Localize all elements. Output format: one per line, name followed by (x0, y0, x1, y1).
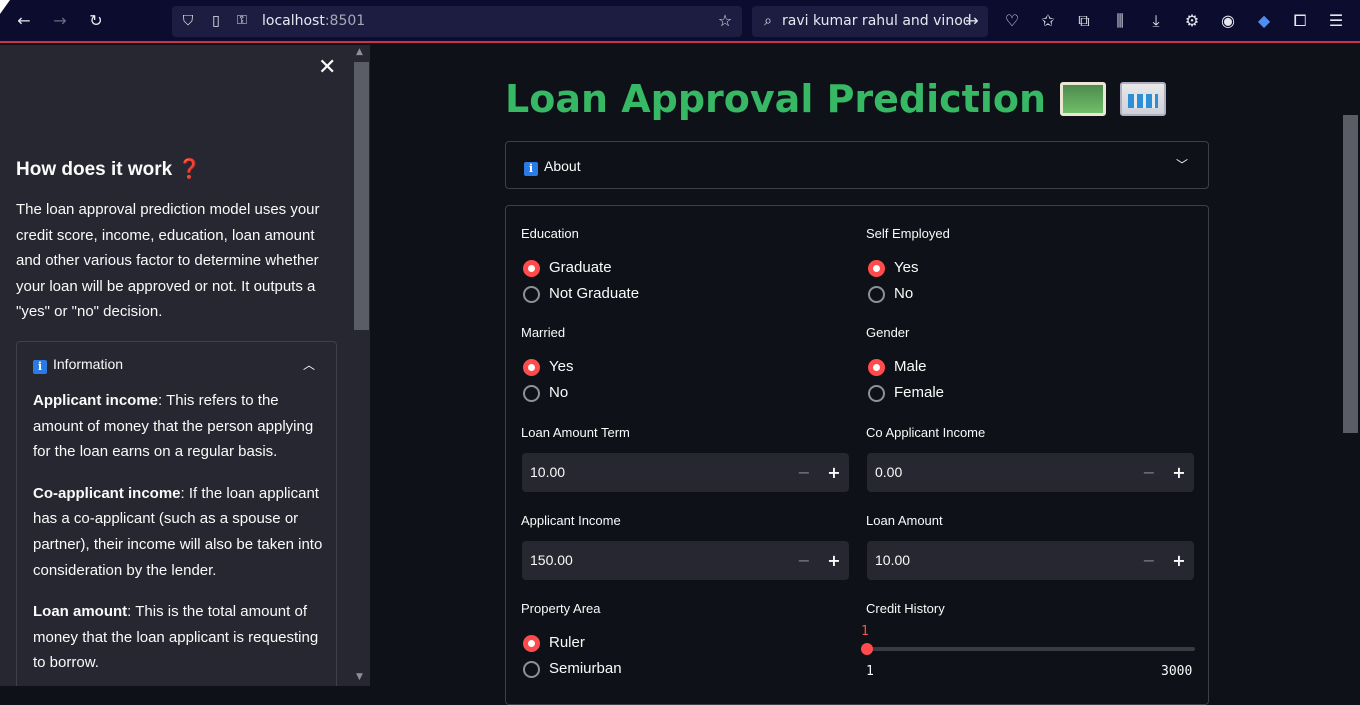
increment-button[interactable]: + (819, 453, 849, 492)
shield-icon[interactable]: ⛉ (176, 9, 200, 33)
co-applicant-income-input[interactable]: 0.00 − + (867, 453, 1194, 492)
info-icon: i (524, 162, 538, 176)
co-applicant-income-value[interactable]: 0.00 (875, 464, 902, 480)
increment-button[interactable]: + (819, 541, 849, 580)
search-icon: ⌕ (764, 13, 772, 29)
money-icon (1060, 82, 1107, 116)
radio-icon (868, 286, 885, 303)
credit-history-max: 3000 (1161, 664, 1193, 679)
info-item: Co-applicant income: If the loan applica… (33, 484, 323, 579)
settings-gear-icon[interactable]: ⚙ (1180, 9, 1204, 33)
applicant-income-label: Applicant Income (521, 513, 621, 528)
extensions-puzzle-icon[interactable]: ⧠ (1288, 9, 1312, 33)
page-icon[interactable]: ▯ (204, 9, 228, 33)
decrement-button[interactable]: − (789, 541, 819, 580)
radio-selected-icon (523, 359, 540, 376)
pocket-icon[interactable]: ♡ (1000, 9, 1024, 33)
bookmark-star-icon[interactable]: ☆ (713, 9, 737, 33)
bank-icon (1120, 82, 1167, 116)
credit-history-slider-thumb[interactable] (861, 643, 873, 655)
loan-amount-value[interactable]: 10.00 (875, 552, 910, 568)
sidebar: ✕ How does it work ❓ The loan approval p… (0, 45, 370, 686)
radio-selected-icon (868, 359, 885, 376)
gender-label: Gender (866, 325, 910, 340)
co-applicant-income-label: Co Applicant Income (866, 425, 986, 440)
bookmarks-star-icon[interactable]: ✩ (1036, 9, 1060, 33)
radio-selected-icon (868, 260, 885, 277)
permissions-icon[interactable]: ⚿ (230, 9, 254, 33)
loan-amount-term-value[interactable]: 10.00 (530, 464, 565, 480)
sidebar-title: How does it work ❓ (16, 159, 202, 180)
about-expander-header[interactable]: i About (524, 158, 581, 176)
education-label: Education (521, 226, 579, 241)
married-label: Married (521, 325, 566, 340)
menu-icon[interactable]: ☰ (1324, 9, 1348, 33)
chevron-down-icon[interactable]: ﹀ (1176, 156, 1188, 173)
radio-icon (523, 661, 540, 678)
scroll-up-icon[interactable]: ▲ (356, 47, 363, 57)
scroll-down-icon[interactable]: ▼ (356, 672, 363, 682)
info-icon: i (33, 360, 47, 374)
about-expander[interactable]: i About ﹀ (505, 141, 1209, 189)
loan-amount-label: Loan Amount (866, 513, 943, 528)
radio-icon (523, 286, 540, 303)
browser-toolbar: ← → ↻ ⛉ ▯ ⚿ localhost:8501 ☆ ⌕ ravi kuma… (0, 0, 1360, 43)
main-scroll-thumb[interactable] (1343, 115, 1358, 433)
close-sidebar-icon[interactable]: ✕ (318, 55, 336, 80)
decrement-button[interactable]: − (1134, 541, 1164, 580)
loan-amount-term-input[interactable]: 10.00 − + (522, 453, 849, 492)
page-title: Loan Approval Prediction (505, 77, 1167, 121)
radio-icon (868, 385, 885, 402)
information-label: Information (53, 356, 124, 372)
downloads-icon[interactable]: ⤓ (1144, 9, 1168, 33)
credit-history-min: 1 (866, 664, 874, 679)
loan-amount-term-label: Loan Amount Term (521, 425, 630, 440)
loan-amount-input[interactable]: 10.00 − + (867, 541, 1194, 580)
credit-history-label: Credit History (866, 601, 945, 616)
account-avatar-icon[interactable]: ◉ (1216, 9, 1240, 33)
url-bar[interactable]: ⛉ ▯ ⚿ localhost:8501 ☆ (172, 6, 742, 37)
main-content: Loan Approval Prediction i About ﹀ Educat… (370, 45, 1360, 705)
back-icon[interactable]: ← (12, 9, 36, 33)
decrement-button[interactable]: − (789, 453, 819, 492)
self-employed-label: Self Employed (866, 226, 950, 241)
sidebar-scrollbar[interactable]: ▲ ▼ (353, 45, 370, 686)
search-go-icon[interactable]: → (960, 9, 984, 33)
credit-history-slider-track[interactable] (867, 647, 1195, 651)
radio-selected-icon (523, 635, 540, 652)
info-item: Applicant income: This refers to the amo… (33, 392, 314, 461)
applicant-income-input[interactable]: 150.00 − + (522, 541, 849, 580)
sync-tabs-icon[interactable]: ⧉ (1072, 9, 1096, 33)
radio-selected-icon (523, 260, 540, 277)
sidebar-description: The loan approval prediction model uses … (16, 201, 320, 321)
forward-icon[interactable]: → (48, 9, 72, 33)
loan-form: Education Graduate Not Graduate Self Emp… (505, 205, 1209, 705)
information-body: Applicant income: This refers to the amo… (33, 388, 323, 686)
increment-button[interactable]: + (1164, 541, 1194, 580)
url-text[interactable]: localhost:8501 (262, 13, 365, 29)
radio-icon (523, 385, 540, 402)
search-bar[interactable]: ⌕ ravi kumar rahul and vinod → (752, 6, 988, 37)
applicant-income-value[interactable]: 150.00 (530, 552, 573, 568)
increment-button[interactable]: + (1164, 453, 1194, 492)
mouse-cursor-icon (0, 0, 10, 14)
credit-history-current-value: 1 (861, 624, 869, 639)
decrement-button[interactable]: − (1134, 453, 1164, 492)
extension-icon[interactable]: ◆ (1252, 9, 1276, 33)
information-expander[interactable]: i Information ︿ Applicant income: This re… (16, 341, 337, 686)
chevron-up-icon[interactable]: ︿ (303, 356, 315, 373)
sidebar-scroll-thumb[interactable] (354, 62, 369, 330)
reload-icon[interactable]: ↻ (84, 9, 108, 33)
info-item: Loan amount: This is the total amount of… (33, 603, 319, 672)
library-icon[interactable]: ⫼ (1108, 9, 1132, 33)
information-expander-header[interactable]: i Information (33, 356, 123, 374)
search-text[interactable]: ravi kumar rahul and vinod (782, 13, 972, 29)
property-area-label: Property Area (521, 601, 601, 616)
